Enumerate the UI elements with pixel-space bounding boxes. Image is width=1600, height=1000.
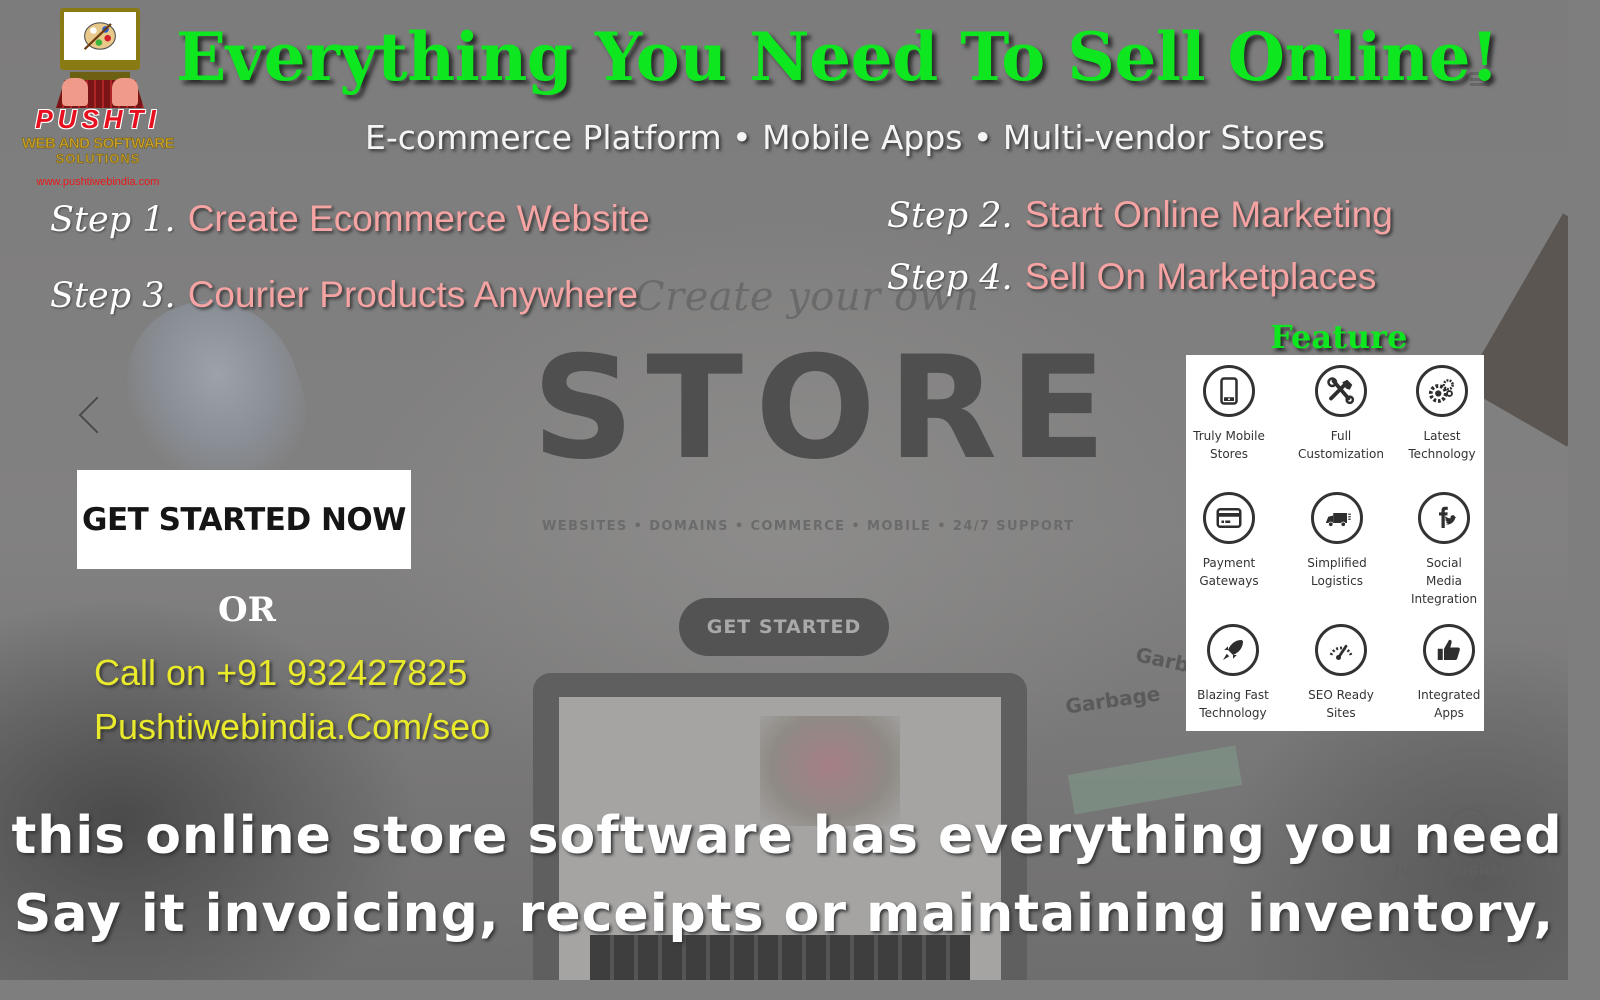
- step-3: Step 3. Courier Products Anywhere: [50, 274, 638, 316]
- bottom-tagline-2: Say it invoicing, receipts or maintainin…: [13, 884, 1555, 944]
- feature-label: Simplified Logistics: [1307, 556, 1367, 588]
- page-subline: E-commerce Platform • Mobile Apps • Mult…: [365, 118, 1325, 157]
- step-text: Start Online Marketing: [1024, 194, 1393, 235]
- step-4: Step 4. Sell On Marketplaces: [887, 256, 1376, 298]
- gears-icon: [1416, 365, 1468, 417]
- step-label: Step 4.: [887, 258, 1013, 298]
- step-text: Courier Products Anywhere: [187, 274, 639, 315]
- delivery-truck-icon: [1311, 492, 1363, 544]
- background-store-word: STORE: [532, 326, 1119, 491]
- feature-item: Payment Gateways: [1179, 492, 1279, 590]
- logo-monitor: [60, 8, 140, 70]
- website-link[interactable]: Pushtiwebindia.Com/seo: [94, 706, 490, 748]
- background-justin-text: JUSTIN GIGNAC: [1395, 864, 1511, 878]
- step-label: Step 2.: [887, 196, 1013, 236]
- feature-label: Social Media Integration: [1410, 556, 1478, 606]
- step-text: Create Ecommerce Website: [187, 198, 650, 239]
- step-label: Step 1.: [50, 200, 176, 240]
- feature-grid: Truly Mobile Stores Full Customization Lat…: [1186, 355, 1484, 731]
- logo-url: www.pushtiwebindia.com: [36, 176, 160, 188]
- step-label: Step 3.: [50, 276, 176, 316]
- palette-computer-icon: [64, 12, 136, 60]
- page-headline: Everything You Need To Sell Online!: [176, 18, 1499, 96]
- mobile-phone-icon: [1203, 365, 1255, 417]
- background-services: WEBSITES • DOMAINS • COMMERCE • MOBILE •…: [542, 519, 1075, 534]
- feature-item: Blazing Fast Technology: [1183, 624, 1283, 722]
- feature-item: Simplified Logistics: [1287, 492, 1387, 590]
- feature-item: Truly Mobile Stores: [1179, 365, 1279, 463]
- feature-item: Full Customization: [1291, 365, 1391, 463]
- background-get-started: GET STARTED: [679, 598, 889, 656]
- feature-label: Truly Mobile Stores: [1193, 429, 1265, 461]
- phone-number[interactable]: Call on +91 932427825: [94, 652, 467, 694]
- get-started-now-button[interactable]: GET STARTED NOW: [77, 470, 411, 569]
- feature-label: Blazing Fast Technology: [1197, 688, 1269, 720]
- step-1: Step 1. Create Ecommerce Website: [50, 198, 650, 240]
- feature-item: Integrated Apps: [1399, 624, 1499, 722]
- thumbs-up-icon: [1423, 624, 1475, 676]
- feature-item: Latest Technology: [1392, 365, 1492, 463]
- feature-label: Integrated Apps: [1417, 688, 1481, 720]
- feature-label: Payment Gateways: [1199, 556, 1259, 588]
- feature-label: Full Customization: [1298, 429, 1384, 461]
- bottom-tagline-1: this online store software has everythin…: [11, 806, 1563, 866]
- feature-title: Feature: [1270, 318, 1408, 356]
- company-logo: PUSHTI WEB AND SOFTWARE SOLUTIONS www.pu…: [4, 4, 196, 190]
- logo-line-1: WEB AND SOFTWARE: [21, 135, 175, 152]
- feature-label: Latest Technology: [1408, 429, 1476, 461]
- feature-item: SEO Ready Sites: [1291, 624, 1391, 722]
- feature-label: SEO Ready Sites: [1308, 688, 1374, 720]
- speedometer-icon: [1315, 624, 1367, 676]
- rocket-icon: [1207, 624, 1259, 676]
- facebook-twitter-icon: [1418, 492, 1470, 544]
- credit-card-icon: [1203, 492, 1255, 544]
- logo-line-2: SOLUTIONS: [55, 151, 141, 166]
- step-2: Step 2. Start Online Marketing: [887, 194, 1393, 236]
- or-separator: OR: [218, 590, 276, 630]
- feature-item: Social Media Integration: [1394, 492, 1494, 608]
- logo-brand: PUSHTI: [35, 104, 161, 134]
- tools-icon: [1315, 365, 1367, 417]
- step-text: Sell On Marketplaces: [1024, 256, 1377, 297]
